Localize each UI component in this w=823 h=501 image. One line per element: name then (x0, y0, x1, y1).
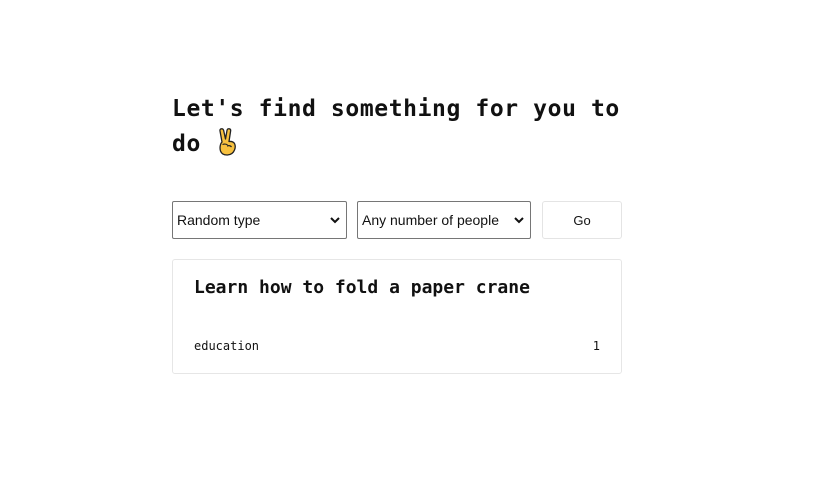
main-container: Let's find something for you to do Rando… (172, 92, 622, 374)
victory-hand-icon (219, 128, 237, 156)
type-select-value: Random type (177, 212, 261, 228)
activity-participants: 1 (592, 339, 600, 353)
participants-select[interactable]: Any number of people (357, 201, 531, 239)
filter-controls: Random type Any number of people Go (172, 201, 622, 239)
activity-type: education (194, 339, 260, 353)
participants-select-value: Any number of people (362, 212, 499, 228)
page-title: Let's find something for you to do (172, 92, 622, 162)
chevron-down-icon (514, 217, 524, 224)
type-select[interactable]: Random type (172, 201, 347, 239)
activity-card: Learn how to fold a paper crane educatio… (172, 259, 622, 374)
activity-title: Learn how to fold a paper crane (194, 277, 530, 298)
go-button[interactable]: Go (542, 201, 622, 239)
chevron-down-icon (330, 217, 340, 224)
